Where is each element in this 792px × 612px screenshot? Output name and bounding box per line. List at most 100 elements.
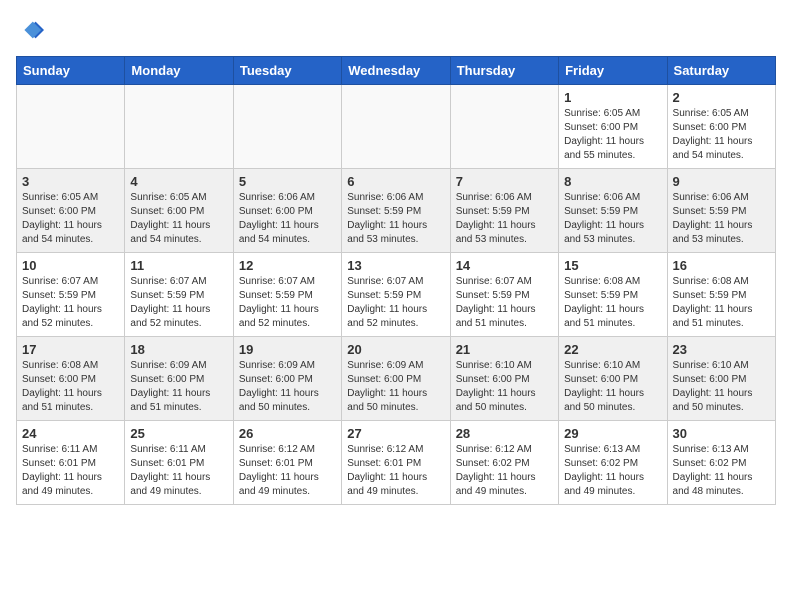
day-number: 21 [456, 342, 553, 357]
day-number: 29 [564, 426, 661, 441]
weekday-header: Tuesday [233, 57, 341, 85]
day-number: 25 [130, 426, 227, 441]
calendar-day: 22 Sunrise: 6:10 AM Sunset: 6:00 PM Dayli… [559, 337, 667, 421]
day-info: Sunrise: 6:10 AM Sunset: 6:00 PM Dayligh… [673, 359, 770, 415]
weekday-header: Monday [125, 57, 233, 85]
calendar-week-row: 24Sunrise: 6:11 AM Sunset: 6:01 PM Dayli… [17, 421, 776, 505]
day-info: Sunrise: 6:10 AM Sunset: 6:00 PM Dayligh… [456, 359, 553, 415]
calendar-day: 28 Sunrise: 6:12 AM Sunset: 6:02 PM Dayli… [450, 421, 558, 505]
calendar-week-row: 17 Sunrise: 6:08 AM Sunset: 6:00 PM Dayli… [17, 337, 776, 421]
day-number: 6 [347, 174, 444, 189]
day-info: Sunrise: 6:08 AM Sunset: 5:59 PM Dayligh… [564, 275, 661, 331]
weekday-header: Thursday [450, 57, 558, 85]
day-number: 19 [239, 342, 336, 357]
calendar-empty [125, 85, 233, 169]
day-info: Sunrise: 6:06 AM Sunset: 5:59 PM Dayligh… [673, 191, 770, 247]
day-info: Sunrise: 6:05 AM Sunset: 6:00 PM Dayligh… [22, 191, 119, 247]
logo-icon [16, 16, 44, 44]
calendar-empty [450, 85, 558, 169]
day-number: 1 [564, 90, 661, 105]
calendar-day: 5Sunrise: 6:06 AM Sunset: 6:00 PM Daylig… [233, 169, 341, 253]
calendar-day: 29 Sunrise: 6:13 AM Sunset: 6:02 PM Dayli… [559, 421, 667, 505]
day-info: Sunrise: 6:11 AM Sunset: 6:01 PM Dayligh… [22, 443, 119, 499]
calendar-day: 16 Sunrise: 6:08 AM Sunset: 5:59 PM Dayli… [667, 253, 775, 337]
day-number: 12 [239, 258, 336, 273]
day-number: 15 [564, 258, 661, 273]
day-info: Sunrise: 6:05 AM Sunset: 6:00 PM Dayligh… [130, 191, 227, 247]
day-info: Sunrise: 6:07 AM Sunset: 5:59 PM Dayligh… [239, 275, 336, 331]
calendar-table: SundayMondayTuesdayWednesdayThursdayFrid… [16, 56, 776, 505]
calendar-day: 4 Sunrise: 6:05 AM Sunset: 6:00 PM Daylig… [125, 169, 233, 253]
calendar-week-row: 10 Sunrise: 6:07 AM Sunset: 5:59 PM Dayli… [17, 253, 776, 337]
day-number: 27 [347, 426, 444, 441]
calendar-day: 14Sunrise: 6:07 AM Sunset: 5:59 PM Dayli… [450, 253, 558, 337]
calendar-day: 26Sunrise: 6:12 AM Sunset: 6:01 PM Dayli… [233, 421, 341, 505]
day-info: Sunrise: 6:06 AM Sunset: 5:59 PM Dayligh… [347, 191, 444, 247]
weekday-header: Sunday [17, 57, 125, 85]
calendar-empty [342, 85, 450, 169]
day-info: Sunrise: 6:05 AM Sunset: 6:00 PM Dayligh… [564, 107, 661, 163]
calendar-day: 30 Sunrise: 6:13 AM Sunset: 6:02 PM Dayli… [667, 421, 775, 505]
day-info: Sunrise: 6:12 AM Sunset: 6:01 PM Dayligh… [347, 443, 444, 499]
day-info: Sunrise: 6:09 AM Sunset: 6:00 PM Dayligh… [347, 359, 444, 415]
day-info: Sunrise: 6:07 AM Sunset: 5:59 PM Dayligh… [130, 275, 227, 331]
calendar-day: 11 Sunrise: 6:07 AM Sunset: 5:59 PM Dayli… [125, 253, 233, 337]
day-number: 4 [130, 174, 227, 189]
day-number: 5 [239, 174, 336, 189]
day-info: Sunrise: 6:10 AM Sunset: 6:00 PM Dayligh… [564, 359, 661, 415]
day-info: Sunrise: 6:07 AM Sunset: 5:59 PM Dayligh… [347, 275, 444, 331]
day-info: Sunrise: 6:11 AM Sunset: 6:01 PM Dayligh… [130, 443, 227, 499]
day-info: Sunrise: 6:08 AM Sunset: 5:59 PM Dayligh… [673, 275, 770, 331]
day-info: Sunrise: 6:05 AM Sunset: 6:00 PM Dayligh… [673, 107, 770, 163]
day-info: Sunrise: 6:07 AM Sunset: 5:59 PM Dayligh… [22, 275, 119, 331]
calendar-day: 21 Sunrise: 6:10 AM Sunset: 6:00 PM Dayli… [450, 337, 558, 421]
day-number: 8 [564, 174, 661, 189]
calendar-day: 10 Sunrise: 6:07 AM Sunset: 5:59 PM Dayli… [17, 253, 125, 337]
day-info: Sunrise: 6:06 AM Sunset: 5:59 PM Dayligh… [564, 191, 661, 247]
day-number: 3 [22, 174, 119, 189]
calendar-week-row: 3 Sunrise: 6:05 AM Sunset: 6:00 PM Daylig… [17, 169, 776, 253]
calendar-day: 19 Sunrise: 6:09 AM Sunset: 6:00 PM Dayli… [233, 337, 341, 421]
day-number: 30 [673, 426, 770, 441]
calendar-day: 20 Sunrise: 6:09 AM Sunset: 6:00 PM Dayli… [342, 337, 450, 421]
day-number: 2 [673, 90, 770, 105]
calendar-empty [233, 85, 341, 169]
day-info: Sunrise: 6:09 AM Sunset: 6:00 PM Dayligh… [130, 359, 227, 415]
calendar-day: 7Sunrise: 6:06 AM Sunset: 5:59 PM Daylig… [450, 169, 558, 253]
calendar-day: 27 Sunrise: 6:12 AM Sunset: 6:01 PM Dayli… [342, 421, 450, 505]
calendar-day: 1 Sunrise: 6:05 AM Sunset: 6:00 PM Daylig… [559, 85, 667, 169]
calendar-day: 8 Sunrise: 6:06 AM Sunset: 5:59 PM Daylig… [559, 169, 667, 253]
day-number: 9 [673, 174, 770, 189]
day-number: 28 [456, 426, 553, 441]
day-number: 26 [239, 426, 336, 441]
day-info: Sunrise: 6:08 AM Sunset: 6:00 PM Dayligh… [22, 359, 119, 415]
calendar-day: 17 Sunrise: 6:08 AM Sunset: 6:00 PM Dayli… [17, 337, 125, 421]
day-info: Sunrise: 6:09 AM Sunset: 6:00 PM Dayligh… [239, 359, 336, 415]
calendar-day: 3 Sunrise: 6:05 AM Sunset: 6:00 PM Daylig… [17, 169, 125, 253]
calendar-day: 24Sunrise: 6:11 AM Sunset: 6:01 PM Dayli… [17, 421, 125, 505]
calendar-day: 25 Sunrise: 6:11 AM Sunset: 6:01 PM Dayli… [125, 421, 233, 505]
day-number: 11 [130, 258, 227, 273]
calendar-day: 9 Sunrise: 6:06 AM Sunset: 5:59 PM Daylig… [667, 169, 775, 253]
calendar-empty [17, 85, 125, 169]
day-info: Sunrise: 6:06 AM Sunset: 5:59 PM Dayligh… [456, 191, 553, 247]
weekday-header: Saturday [667, 57, 775, 85]
weekday-header: Friday [559, 57, 667, 85]
calendar-week-row: 1 Sunrise: 6:05 AM Sunset: 6:00 PM Daylig… [17, 85, 776, 169]
day-number: 18 [130, 342, 227, 357]
calendar-day: 12 Sunrise: 6:07 AM Sunset: 5:59 PM Dayli… [233, 253, 341, 337]
day-number: 14 [456, 258, 553, 273]
day-number: 20 [347, 342, 444, 357]
calendar-day: 15 Sunrise: 6:08 AM Sunset: 5:59 PM Dayli… [559, 253, 667, 337]
calendar-day: 13Sunrise: 6:07 AM Sunset: 5:59 PM Dayli… [342, 253, 450, 337]
logo [16, 16, 48, 44]
day-number: 23 [673, 342, 770, 357]
day-number: 10 [22, 258, 119, 273]
day-number: 17 [22, 342, 119, 357]
day-number: 22 [564, 342, 661, 357]
day-number: 16 [673, 258, 770, 273]
calendar-day: 2 Sunrise: 6:05 AM Sunset: 6:00 PM Daylig… [667, 85, 775, 169]
day-info: Sunrise: 6:13 AM Sunset: 6:02 PM Dayligh… [673, 443, 770, 499]
day-info: Sunrise: 6:13 AM Sunset: 6:02 PM Dayligh… [564, 443, 661, 499]
day-info: Sunrise: 6:12 AM Sunset: 6:02 PM Dayligh… [456, 443, 553, 499]
